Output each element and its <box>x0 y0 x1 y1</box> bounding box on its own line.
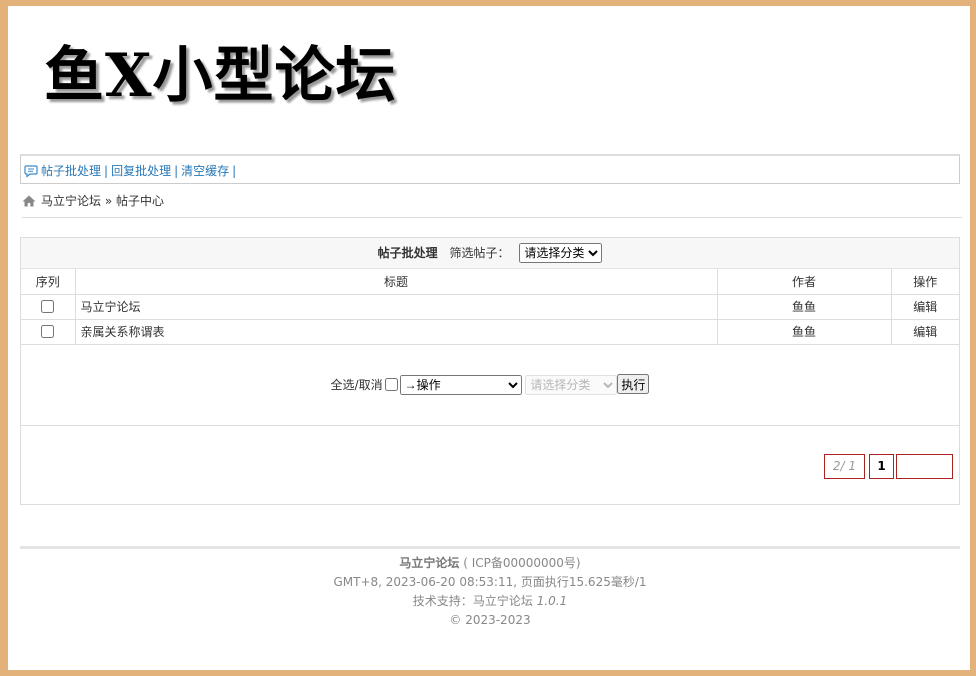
panel-title: 帖子批处理 <box>377 246 438 260</box>
operation-select[interactable]: →操作 <box>399 374 522 395</box>
target-category-select[interactable]: 请选择分类 <box>525 374 618 395</box>
footer-site-name[interactable]: 马立宁论坛 <box>399 556 459 570</box>
footer-site-line: 马立宁论坛 ( ICP备00000000号) <box>20 554 960 573</box>
page-info: 2/ 1 <box>824 453 865 479</box>
select-all-label: 全选/取消 <box>330 377 383 392</box>
select-all-checkbox[interactable] <box>384 377 398 391</box>
page-jump-input[interactable] <box>896 453 953 479</box>
breadcrumb-current: 帖子中心 <box>116 194 165 208</box>
nav-clear-cache[interactable]: 清空缓存 <box>181 164 229 178</box>
nav-separator: | <box>232 164 237 178</box>
footer-support-line: 技术支持：马立宁论坛 1.0.1 <box>20 592 960 611</box>
row-title[interactable]: 亲属关系称谓表 <box>75 319 718 345</box>
header-index: 序列 <box>21 269 76 295</box>
pager: 2/ 1 1 <box>21 426 959 506</box>
row-edit-link[interactable]: 编辑 <box>891 319 959 345</box>
execute-button[interactable]: 执行 <box>617 373 650 394</box>
nav-separator: | <box>174 164 179 178</box>
row-author[interactable]: 鱼鱼 <box>717 319 892 345</box>
footer-support-name[interactable]: 马立宁论坛 <box>473 594 533 608</box>
footer-icp[interactable]: ( ICP备00000000号) <box>463 556 580 570</box>
site-logo[interactable]: 鱼X小型论坛 <box>44 36 397 116</box>
footer-time-line: GMT+8, 2023-06-20 08:53:11, 页面执行15.625毫秒… <box>333 575 647 589</box>
footer-version: 1.0.1 <box>536 594 568 608</box>
header-author: 作者 <box>717 269 892 295</box>
breadcrumb-separator: » <box>104 194 113 208</box>
filter-label: 筛选帖子： <box>449 246 510 260</box>
table-row: 亲属关系称谓表 鱼鱼 编辑 <box>21 319 959 345</box>
posts-table: 序列 标题 作者 操作 马立宁论坛 鱼鱼 编辑 亲属关系称谓表 鱼鱼 编辑 <box>21 269 959 345</box>
row-author[interactable]: 鱼鱼 <box>717 294 892 320</box>
breadcrumb-home-link[interactable]: 马立宁论坛 <box>41 194 101 208</box>
row-checkbox[interactable] <box>41 324 55 338</box>
header-title: 标题 <box>75 269 718 295</box>
breadcrumb: 马立宁论坛 » 帖子中心 <box>22 192 962 218</box>
page: 鱼X小型论坛 帖子批处理 | 回复批处理 | 清空缓存 | 马立宁论坛 » 帖子中心 帖子… <box>8 6 970 670</box>
table-header-row: 序列 标题 作者 操作 <box>21 269 959 295</box>
row-select-cell <box>21 294 76 320</box>
batch-actions: 全选/取消 →操作 请选择分类 执行 <box>21 345 959 426</box>
nav-separator: | <box>104 164 109 178</box>
chat-bubble-icon <box>24 164 38 181</box>
home-icon <box>22 195 36 210</box>
panel-header: 帖子批处理 筛选帖子： 请选择分类 <box>21 238 959 269</box>
nav-post-batch[interactable]: 帖子批处理 <box>41 164 101 178</box>
footer: 马立宁论坛 ( ICP备00000000号) GMT+8, 2023-06-20… <box>20 546 960 630</box>
row-edit-link[interactable]: 编辑 <box>891 294 959 320</box>
batch-panel: 帖子批处理 筛选帖子： 请选择分类 序列 标题 作者 操作 马立宁论坛 鱼鱼 编… <box>20 237 960 505</box>
row-select-cell <box>21 319 76 345</box>
header-op: 操作 <box>891 269 959 295</box>
row-title[interactable]: 马立宁论坛 <box>75 294 718 320</box>
footer-support-label: 技术支持： <box>412 594 473 608</box>
table-row: 马立宁论坛 鱼鱼 编辑 <box>21 294 959 320</box>
page-current[interactable]: 1 <box>869 453 894 479</box>
top-nav: 帖子批处理 | 回复批处理 | 清空缓存 | <box>20 154 960 184</box>
nav-reply-batch[interactable]: 回复批处理 <box>111 164 171 178</box>
filter-category-select[interactable]: 请选择分类 <box>519 243 603 263</box>
row-checkbox[interactable] <box>41 299 55 313</box>
footer-copyright: © 2023-2023 <box>449 613 531 627</box>
